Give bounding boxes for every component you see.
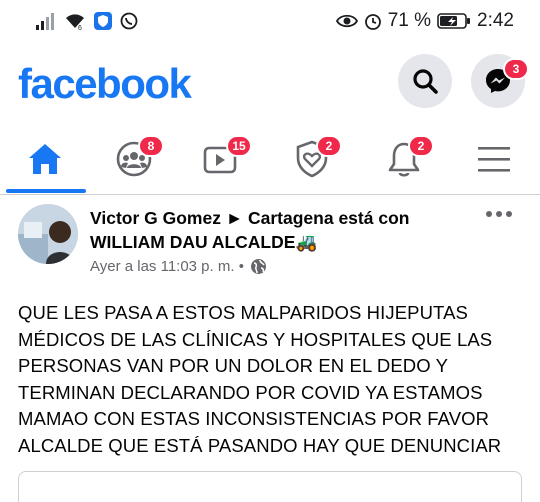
home-icon <box>29 144 61 174</box>
groups-badge: 8 <box>138 135 164 157</box>
signal-icon <box>36 13 54 30</box>
shield-app-icon <box>94 12 112 30</box>
whatsapp-icon <box>120 12 138 30</box>
wifi-icon: 6 <box>66 14 84 30</box>
tab-home[interactable] <box>9 126 81 192</box>
active-tab-indicator <box>6 189 86 193</box>
status-right-icons: 71 % 2:42 <box>335 10 514 32</box>
battery-percent: 71 % <box>387 10 432 31</box>
tab-dating[interactable]: 2 <box>276 126 348 192</box>
post-body-text: QUE LES PASA A ESTOS MALPARIDOS HIJEPUTA… <box>18 302 502 456</box>
tab-watch[interactable]: 15 <box>186 126 258 192</box>
shared-post-card[interactable] <box>18 471 522 502</box>
more-dot-icon <box>506 211 512 217</box>
clock-time: 2:42 <box>477 10 514 31</box>
post-header: Victor G Gomez ► Cartagena está con WILL… <box>0 196 540 288</box>
facebook-logo[interactable]: facebook <box>18 60 192 108</box>
tab-menu[interactable] <box>458 126 530 192</box>
tab-notifications[interactable]: 2 <box>368 126 440 192</box>
tab-groups[interactable]: 8 <box>98 126 170 192</box>
status-left-icons: 6 <box>36 12 138 30</box>
watch-badge: 15 <box>226 135 252 157</box>
author-line-1[interactable]: Victor G Gomez ► Cartagena está con <box>90 206 480 230</box>
alarm-icon <box>364 14 381 30</box>
post-author-line[interactable]: Victor G Gomez ► Cartagena está con WILL… <box>90 206 480 254</box>
more-dot-icon <box>486 211 492 217</box>
globe-icon <box>250 259 266 274</box>
tractor-emoji: 🚜 <box>295 232 318 252</box>
author-line-2[interactable]: WILLIAM DAU ALCALDE <box>90 232 295 252</box>
search-icon <box>413 69 438 94</box>
battery-icon <box>437 13 471 29</box>
status-bar: 6 71 % 2:42 <box>0 0 540 46</box>
svg-text:6: 6 <box>78 25 82 30</box>
eye-icon <box>335 14 358 28</box>
avatar[interactable] <box>18 204 78 264</box>
app-header: facebook 3 <box>0 54 540 118</box>
post-options-button[interactable] <box>486 206 516 222</box>
post-meta: Ayer a las 11:03 p. m. • <box>90 258 267 275</box>
hamburger-menu-icon <box>478 147 510 172</box>
dating-badge: 2 <box>316 135 342 157</box>
nav-tabs: 8 15 2 2 <box>0 126 540 195</box>
messenger-badge: 3 <box>503 58 529 80</box>
notifications-badge: 2 <box>408 135 434 157</box>
messenger-button[interactable]: 3 <box>471 54 529 108</box>
more-dot-icon <box>496 211 502 217</box>
avatar-photo <box>18 204 78 264</box>
search-button[interactable] <box>398 54 452 108</box>
post-timestamp[interactable]: Ayer a las 11:03 p. m. • <box>90 258 244 275</box>
